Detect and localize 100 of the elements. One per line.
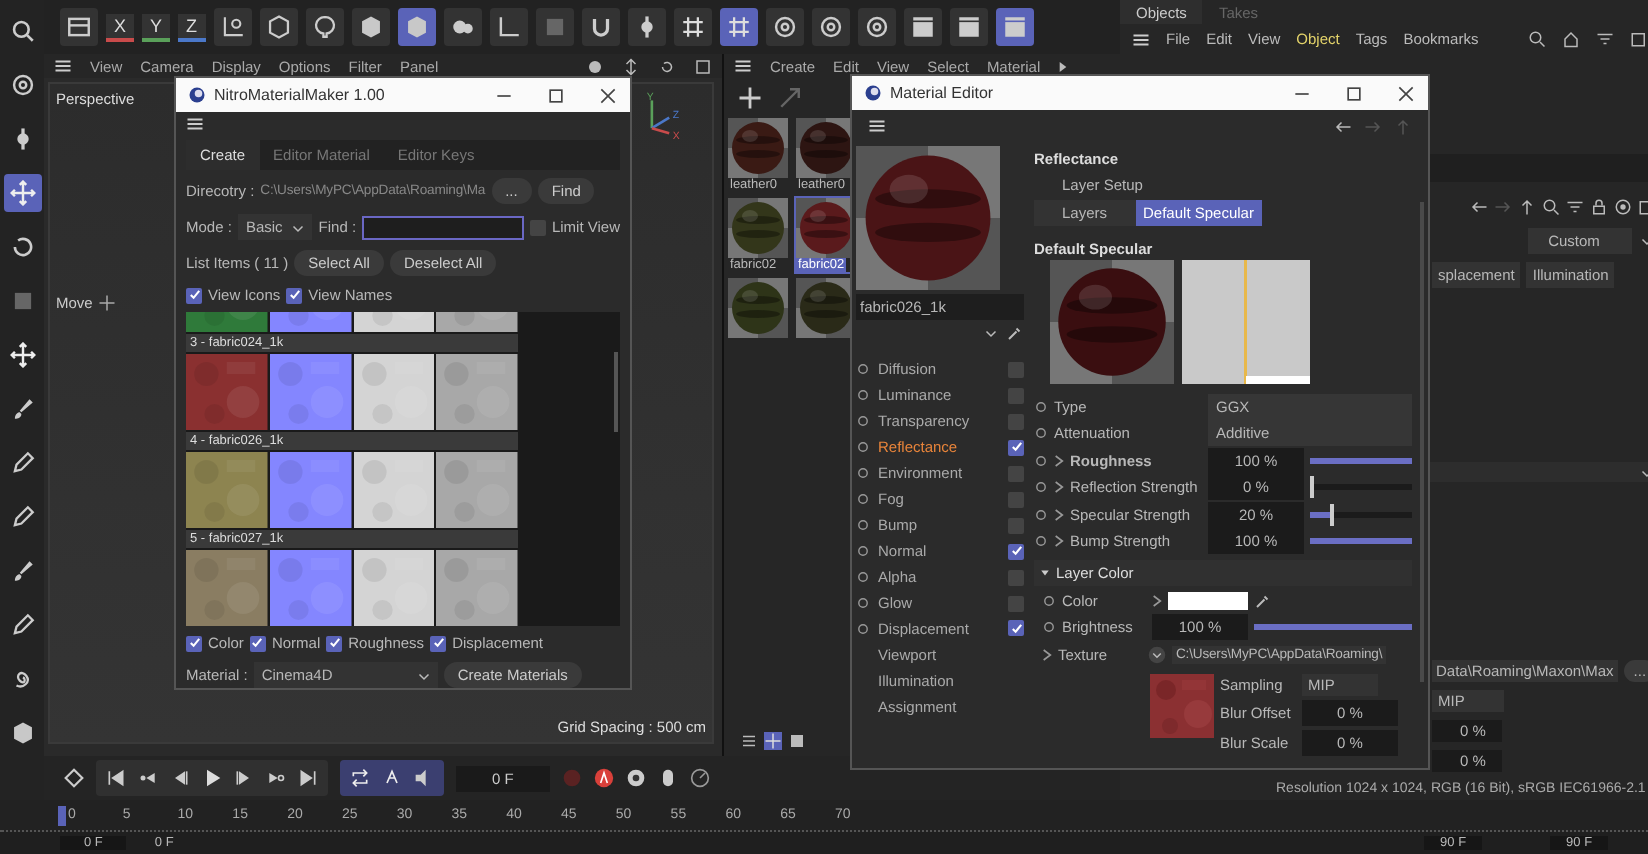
ring-icon[interactable] <box>771 14 798 40</box>
square-icon[interactable] <box>9 288 35 314</box>
slider[interactable] <box>1310 538 1412 545</box>
list-view-icon[interactable] <box>740 732 758 750</box>
checkbox[interactable] <box>1008 517 1024 534</box>
add-icon[interactable] <box>736 84 764 112</box>
move-icon[interactable] <box>9 342 35 368</box>
step-forward-icon[interactable] <box>234 768 254 788</box>
maximize-icon[interactable] <box>1344 83 1364 103</box>
cube-icon[interactable] <box>357 14 384 40</box>
checkbox[interactable] <box>1008 387 1024 404</box>
pin-icon[interactable] <box>311 14 338 40</box>
chevron-down-icon[interactable] <box>1148 645 1166 664</box>
chevron-down-icon[interactable] <box>417 669 430 681</box>
axis-toggle[interactable]: Z <box>178 13 206 41</box>
diagonal-arrow-icon[interactable] <box>776 84 804 112</box>
back-arrow-icon[interactable] <box>1334 117 1352 135</box>
rotate-icon[interactable] <box>658 57 676 75</box>
cube-icon[interactable] <box>9 720 35 746</box>
find-field[interactable] <box>362 215 524 239</box>
menu-icon[interactable] <box>734 58 752 74</box>
loop-icon[interactable] <box>350 768 370 788</box>
clapper-icon[interactable] <box>1001 14 1028 40</box>
new-window-icon[interactable] <box>1630 30 1648 48</box>
checkbox[interactable] <box>1008 543 1024 560</box>
corner-icon[interactable] <box>495 14 522 40</box>
home-icon[interactable] <box>1562 30 1581 48</box>
coordinate-icon[interactable] <box>219 14 246 40</box>
checkbox[interactable] <box>186 635 202 651</box>
checkbox[interactable] <box>249 635 266 651</box>
menu-icon[interactable] <box>54 58 72 74</box>
checkbox[interactable] <box>1008 491 1024 508</box>
checkbox[interactable] <box>1008 569 1024 586</box>
grid-icon[interactable] <box>725 14 752 40</box>
brush-icon[interactable] <box>9 558 35 584</box>
close-icon[interactable] <box>1396 83 1416 103</box>
frame-icon[interactable] <box>694 57 712 75</box>
checkbox[interactable] <box>1008 361 1024 378</box>
eyedropper-icon[interactable] <box>1254 591 1272 610</box>
maximize-icon[interactable] <box>546 85 566 105</box>
eyedropper-icon[interactable] <box>1006 324 1024 342</box>
skip-start-icon[interactable] <box>106 768 126 788</box>
motion-icon[interactable] <box>657 768 678 788</box>
magnet-icon[interactable] <box>587 14 614 40</box>
search-icon[interactable] <box>1528 30 1547 48</box>
autokey-icon[interactable] <box>593 768 614 788</box>
up-arrow-icon[interactable] <box>1518 198 1537 216</box>
filter-icon[interactable] <box>1596 30 1615 48</box>
checkbox[interactable] <box>286 287 303 303</box>
grid-icon[interactable] <box>679 14 706 40</box>
grid-view-icon[interactable] <box>764 732 782 750</box>
pen-icon[interactable] <box>9 450 35 476</box>
menu-icon[interactable] <box>868 118 886 134</box>
single-view-icon[interactable] <box>788 732 806 750</box>
previous-key-icon[interactable] <box>138 768 158 788</box>
checkbox[interactable] <box>186 287 202 303</box>
brush-icon[interactable] <box>9 396 35 422</box>
step-back-icon[interactable] <box>170 768 190 788</box>
skip-end-icon[interactable] <box>298 768 318 788</box>
slider[interactable] <box>1310 457 1412 464</box>
keyframe-icon[interactable] <box>64 768 84 788</box>
back-arrow-icon[interactable] <box>1470 198 1489 216</box>
more-arrow-icon[interactable] <box>1058 59 1069 73</box>
menu-icon[interactable] <box>1132 31 1150 47</box>
play-icon[interactable] <box>202 768 222 788</box>
axis-toggle[interactable]: X <box>106 13 135 41</box>
panel-icon[interactable] <box>66 14 92 40</box>
checkbox[interactable] <box>430 635 447 651</box>
checkbox[interactable] <box>529 219 546 235</box>
checkbox[interactable] <box>1008 595 1024 611</box>
collapse-triangle-icon[interactable] <box>1040 566 1050 580</box>
close-icon[interactable] <box>598 85 618 105</box>
axis-toggle[interactable]: Y <box>142 13 171 41</box>
pen-icon[interactable] <box>9 504 35 530</box>
menu-icon[interactable] <box>186 115 204 131</box>
ring-icon[interactable] <box>817 14 844 40</box>
checkbox[interactable] <box>1008 465 1024 482</box>
lock-icon[interactable] <box>1590 198 1609 216</box>
pen-icon[interactable] <box>9 612 35 638</box>
target-icon[interactable] <box>1614 198 1633 216</box>
next-key-icon[interactable] <box>266 768 286 788</box>
checkbox[interactable] <box>1008 620 1024 637</box>
clapper-icon[interactable] <box>909 14 936 40</box>
ring-icon[interactable] <box>9 72 35 98</box>
search-icon[interactable] <box>9 18 35 44</box>
checkbox[interactable] <box>1008 439 1024 456</box>
chevron-down-icon[interactable] <box>292 221 305 233</box>
scrollbar[interactable] <box>614 352 618 432</box>
dial-icon[interactable] <box>689 768 710 788</box>
circle-icon[interactable] <box>586 57 604 75</box>
checkbox[interactable] <box>1008 413 1024 430</box>
color-swatch[interactable] <box>1168 591 1248 610</box>
slider[interactable] <box>1254 624 1412 631</box>
search-icon[interactable] <box>1542 198 1561 216</box>
auto-mode-icon[interactable] <box>382 768 402 788</box>
arrows-icon[interactable] <box>622 57 640 75</box>
filter-icon[interactable] <box>1566 198 1585 216</box>
ring-icon[interactable] <box>863 14 890 40</box>
clapper-icon[interactable] <box>955 14 982 40</box>
checkbox[interactable] <box>326 635 343 651</box>
